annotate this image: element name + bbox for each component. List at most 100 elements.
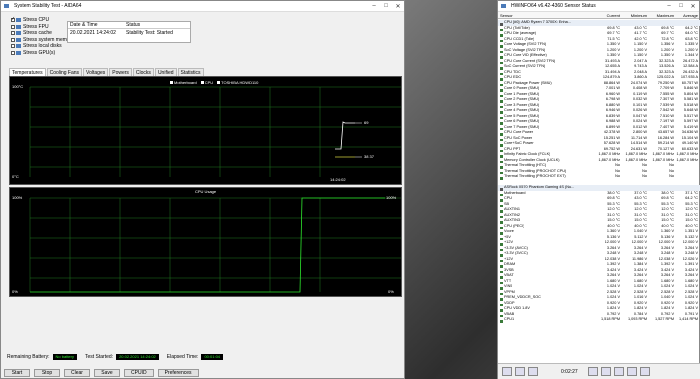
stress-options: Stress CPU Stress FPU Stress cache Stres… <box>11 16 74 56</box>
checkbox[interactable] <box>11 16 15 22</box>
close-button[interactable]: ✕ <box>687 3 699 10</box>
minimize-button[interactable]: – <box>368 3 380 9</box>
sensor-cell-current: 1,518 RPM <box>601 317 620 321</box>
stability-test-window: System Stability Test - AIDA64 – □ ✕ Str… <box>0 0 405 379</box>
battery-label: Remaining Battery: <box>7 353 50 360</box>
temperature-legend: Motherboard CPU TOSHIBA HDWD110 <box>170 80 262 85</box>
close-sensors-icon[interactable] <box>639 367 650 376</box>
hwinfo-toolbar: 0:02:27 <box>498 363 700 379</box>
graph-time-label: 14:24:02 <box>330 177 346 182</box>
gpu-icon <box>16 50 21 55</box>
reset-icon[interactable] <box>626 367 637 376</box>
tab-powers[interactable]: Powers <box>109 68 132 76</box>
test-started-label: Test Started: <box>84 353 114 360</box>
sensor-row[interactable]: CPU1 1,518 RPM 1,093 RPM 1,527 RPM 1,414 RPM <box>498 317 700 323</box>
graph-tabs: Temperatures Cooling Fans Voltages Power… <box>9 68 205 76</box>
sensor-table-header: Sensor Current Minimum Maximum Average <box>498 12 699 19</box>
checkbox[interactable] <box>11 31 15 35</box>
cpu-usage-graph: CPU Usage 100% 0% 100% 0% <box>9 187 402 297</box>
column-header-maximum[interactable]: Maximum <box>647 12 674 18</box>
tab-statistics[interactable]: Statistics <box>177 68 204 76</box>
stability-titlebar: System Stability Test - AIDA64 – □ ✕ <box>1 1 404 12</box>
status-table-header: Date & Time Status <box>68 22 190 29</box>
sensor-list: CPU [#0]: AMD Ryzen 7 3700X: Enha... CPU … <box>498 20 700 323</box>
status-table: Date & Time Status 20.02.2021 14:24:02 S… <box>67 21 191 43</box>
minimize-button[interactable]: – <box>663 3 675 9</box>
sensor-cell-minimum: 1,093 RPM <box>628 317 647 321</box>
fpu-icon <box>16 24 21 29</box>
checkbox[interactable] <box>11 24 15 29</box>
elapsed-value: 00:01:04 <box>201 353 224 360</box>
battery-value: No battery <box>52 353 77 360</box>
cpu-icon <box>16 18 21 22</box>
stress-option-gpu[interactable]: Stress GPU(s) <box>11 50 74 56</box>
nav-left-icon[interactable] <box>502 367 512 376</box>
stress-option-fpu[interactable]: Stress FPU <box>11 24 74 30</box>
tab-voltages[interactable]: Voltages <box>83 68 109 76</box>
usage-current-bottom: 0% <box>388 289 394 294</box>
start-button[interactable]: Start <box>4 369 30 377</box>
sensor-cell-maximum: 1,527 RPM <box>655 317 674 321</box>
column-header-sensor[interactable]: Sensor <box>498 12 593 18</box>
status-bar: Remaining Battery: No battery Test Start… <box>1 351 406 362</box>
report-icon[interactable] <box>600 367 611 376</box>
tab-unified[interactable]: Unified <box>154 68 177 76</box>
elapsed-time: 0:02:27 <box>561 368 578 375</box>
elapsed-label: Elapsed Time: <box>166 353 199 360</box>
column-header-average[interactable]: Average <box>674 12 699 18</box>
checkbox[interactable] <box>11 44 15 48</box>
tab-clocks[interactable]: Clocks <box>132 68 154 76</box>
memory-icon <box>16 37 21 42</box>
y-axis-top-label: 100% <box>12 195 23 200</box>
checkbox[interactable] <box>11 50 15 55</box>
aida64-app-icon <box>4 4 9 8</box>
close-button[interactable]: ✕ <box>392 3 404 10</box>
usage-current-top: 100% <box>386 195 397 200</box>
save-button[interactable]: Save <box>94 369 120 377</box>
legend-disk[interactable]: TOSHIBA HDWD110 <box>217 80 258 85</box>
preferences-button[interactable]: Preferences <box>157 369 199 377</box>
legend-cpu[interactable]: CPU <box>200 80 213 85</box>
column-header-current[interactable]: Current <box>593 12 620 18</box>
status-table-row[interactable]: 20.02.2021 14:24:02 Stability Test: Star… <box>68 29 190 36</box>
hwinfo-titlebar: HWiNFO64 v6.42-4360 Sensor Status – □ ✕ <box>498 1 699 12</box>
stress-option-cpu[interactable]: Stress CPU <box>11 16 74 23</box>
maximize-button[interactable]: □ <box>380 3 392 9</box>
temperature-graph: Motherboard CPU TOSHIBA HDWD110 100°C 0°… <box>9 76 402 185</box>
stress-option-disks[interactable]: Stress local disks <box>11 43 74 49</box>
maximize-button[interactable]: □ <box>675 3 687 9</box>
window-title: System Stability Test - AIDA64 <box>14 3 82 9</box>
disk-icon <box>16 44 21 48</box>
sensor-cell-average: 1,414 RPM <box>679 317 698 321</box>
column-header-minimum[interactable]: Minimum <box>620 12 647 18</box>
temperature-graph-grid <box>29 86 401 177</box>
board-temp-value: 38 37 <box>364 154 375 159</box>
stress-option-cache[interactable]: Stress cache <box>11 30 74 36</box>
cache-icon <box>16 31 21 35</box>
stress-option-memory[interactable]: Stress system memory <box>11 37 74 43</box>
tab-cooling-fans[interactable]: Cooling Fans <box>46 68 83 76</box>
checkbox[interactable] <box>217 81 221 84</box>
hwinfo-window: HWiNFO64 v6.42-4360 Sensor Status – □ ✕ … <box>497 0 700 379</box>
test-started-value: 20.02.2021 14:24:02 <box>116 353 159 360</box>
checkbox[interactable] <box>200 81 204 84</box>
nav-right-icon[interactable] <box>515 367 525 376</box>
clock-icon[interactable] <box>587 367 598 376</box>
clear-button[interactable]: Clear <box>64 369 90 377</box>
y-axis-bottom-label: 0°C <box>12 174 19 179</box>
legend-motherboard[interactable]: Motherboard <box>170 80 197 85</box>
tab-temperatures[interactable]: Temperatures <box>9 68 46 76</box>
sensor-cell-name: CPU1 <box>504 317 515 321</box>
sensor-icon <box>500 320 503 323</box>
y-axis-top-label: 100°C <box>12 84 24 89</box>
network-icon[interactable] <box>528 367 538 376</box>
stop-button[interactable]: Stop <box>34 369 60 377</box>
hwinfo-app-icon <box>501 4 506 8</box>
checkbox[interactable] <box>11 37 15 42</box>
y-axis-bottom-label: 0% <box>12 289 18 294</box>
button-bar: Start Stop Clear Save CPUID Preferences <box>1 367 406 379</box>
settings-icon[interactable] <box>613 367 624 376</box>
checkbox[interactable] <box>170 81 173 84</box>
cpu-usage-title: CPU Usage <box>195 189 217 194</box>
cpuid-button[interactable]: CPUID <box>124 369 154 377</box>
